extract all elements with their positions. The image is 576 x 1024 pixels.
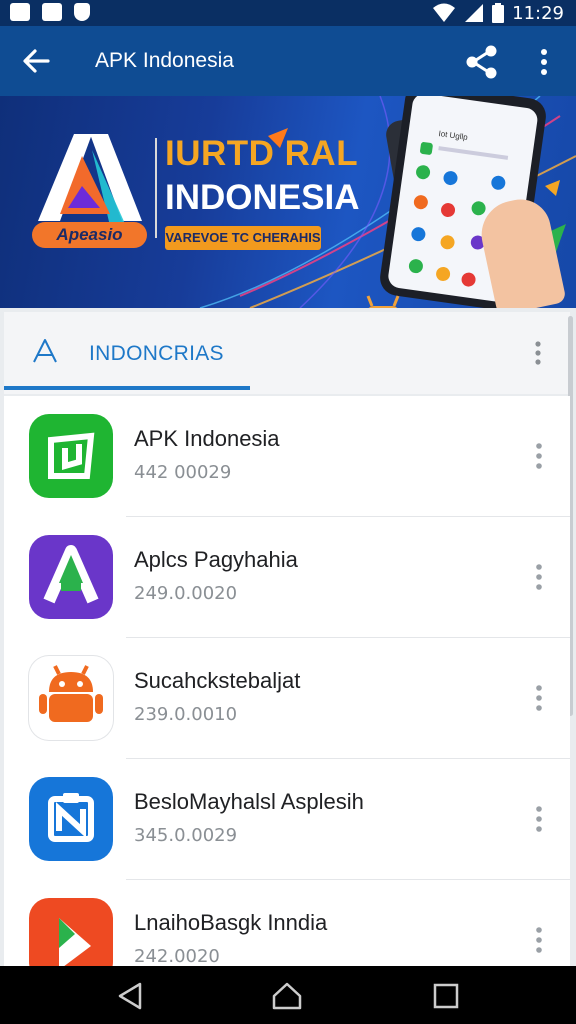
app-version: 239.0.0010 xyxy=(134,704,238,725)
android-robot-icon xyxy=(29,656,113,740)
gallery-icon xyxy=(42,3,62,21)
list-item[interactable]: Sucahckstebaljat 239.0.0010 xyxy=(4,638,570,759)
app-name: Sucahckstebaljat xyxy=(134,668,301,693)
robot-icon xyxy=(366,295,400,308)
share-icon[interactable] xyxy=(462,42,502,82)
list-item[interactable]: Aplcs Pagyhahia 249.0.0020 xyxy=(4,517,570,638)
banner-headline-2: INDONESIA xyxy=(165,178,360,217)
more-vertical-icon[interactable] xyxy=(532,42,556,82)
a-letter-icon xyxy=(33,339,57,363)
banner-pill: VAREVOE TC CHERAHIS xyxy=(165,226,321,250)
red-play-icon xyxy=(29,898,113,966)
list-item[interactable]: LnaihoBasgk Inndia 242.0020 xyxy=(4,880,570,966)
banner-headline-1: IURTD RAL xyxy=(165,134,359,173)
app-version: 242.0020 xyxy=(134,946,220,966)
wifi-icon xyxy=(433,3,456,22)
more-vertical-icon[interactable] xyxy=(530,682,548,714)
app-name: LnaihoBasgk Inndia xyxy=(134,910,328,935)
square-recents-icon[interactable] xyxy=(430,980,462,1012)
home-icon[interactable] xyxy=(271,980,303,1012)
more-vertical-icon[interactable] xyxy=(530,338,546,368)
gallery-icon xyxy=(10,3,30,21)
status-bar: 11:29 xyxy=(0,0,576,26)
app-version: 249.0.0020 xyxy=(134,583,238,604)
purple-a-icon xyxy=(29,535,113,619)
shield-icon xyxy=(74,3,90,21)
more-vertical-icon[interactable] xyxy=(530,440,548,472)
status-time: 11:29 xyxy=(512,2,564,24)
phone-header-text: Iot Ugllp xyxy=(438,129,469,142)
green-app-icon xyxy=(29,414,113,498)
app-bar: APK Indonesia xyxy=(0,26,576,96)
banner-divider xyxy=(155,138,157,238)
section-tab-header: INDONCRIAS xyxy=(4,312,570,394)
promo-banner[interactable]: Apeasio IURTD RAL INDONESIA VAREVOE TC C… xyxy=(0,96,576,308)
more-vertical-icon[interactable] xyxy=(530,561,548,593)
battery-icon xyxy=(492,3,505,23)
list-item[interactable]: BesloMayhalsl Asplesih 345.0.0029 xyxy=(4,759,570,880)
app-version: 442 00029 xyxy=(134,462,232,483)
more-vertical-icon[interactable] xyxy=(530,924,548,956)
triangle-back-icon[interactable] xyxy=(114,980,146,1012)
signal-icon xyxy=(465,4,484,22)
app-list: APK Indonesia 442 00029 Aplcs Pagyhahia … xyxy=(4,396,570,966)
system-nav-bar xyxy=(0,966,576,1024)
app-name: BesloMayhalsl Asplesih xyxy=(134,789,364,814)
app-version: 345.0.0029 xyxy=(134,825,238,846)
app-name: APK Indonesia xyxy=(134,426,280,451)
page-title: APK Indonesia xyxy=(95,49,234,72)
tab-indoncrias[interactable]: INDONCRIAS xyxy=(89,342,224,366)
banner-logo-text: Apeasio xyxy=(32,222,147,248)
app-name: Aplcs Pagyhahia xyxy=(134,547,298,572)
list-item[interactable]: APK Indonesia 442 00029 xyxy=(4,396,570,517)
active-tab-indicator xyxy=(4,386,250,390)
more-vertical-icon[interactable] xyxy=(530,803,548,835)
blue-n-icon xyxy=(29,777,113,861)
arrow-left-icon[interactable] xyxy=(18,42,56,80)
